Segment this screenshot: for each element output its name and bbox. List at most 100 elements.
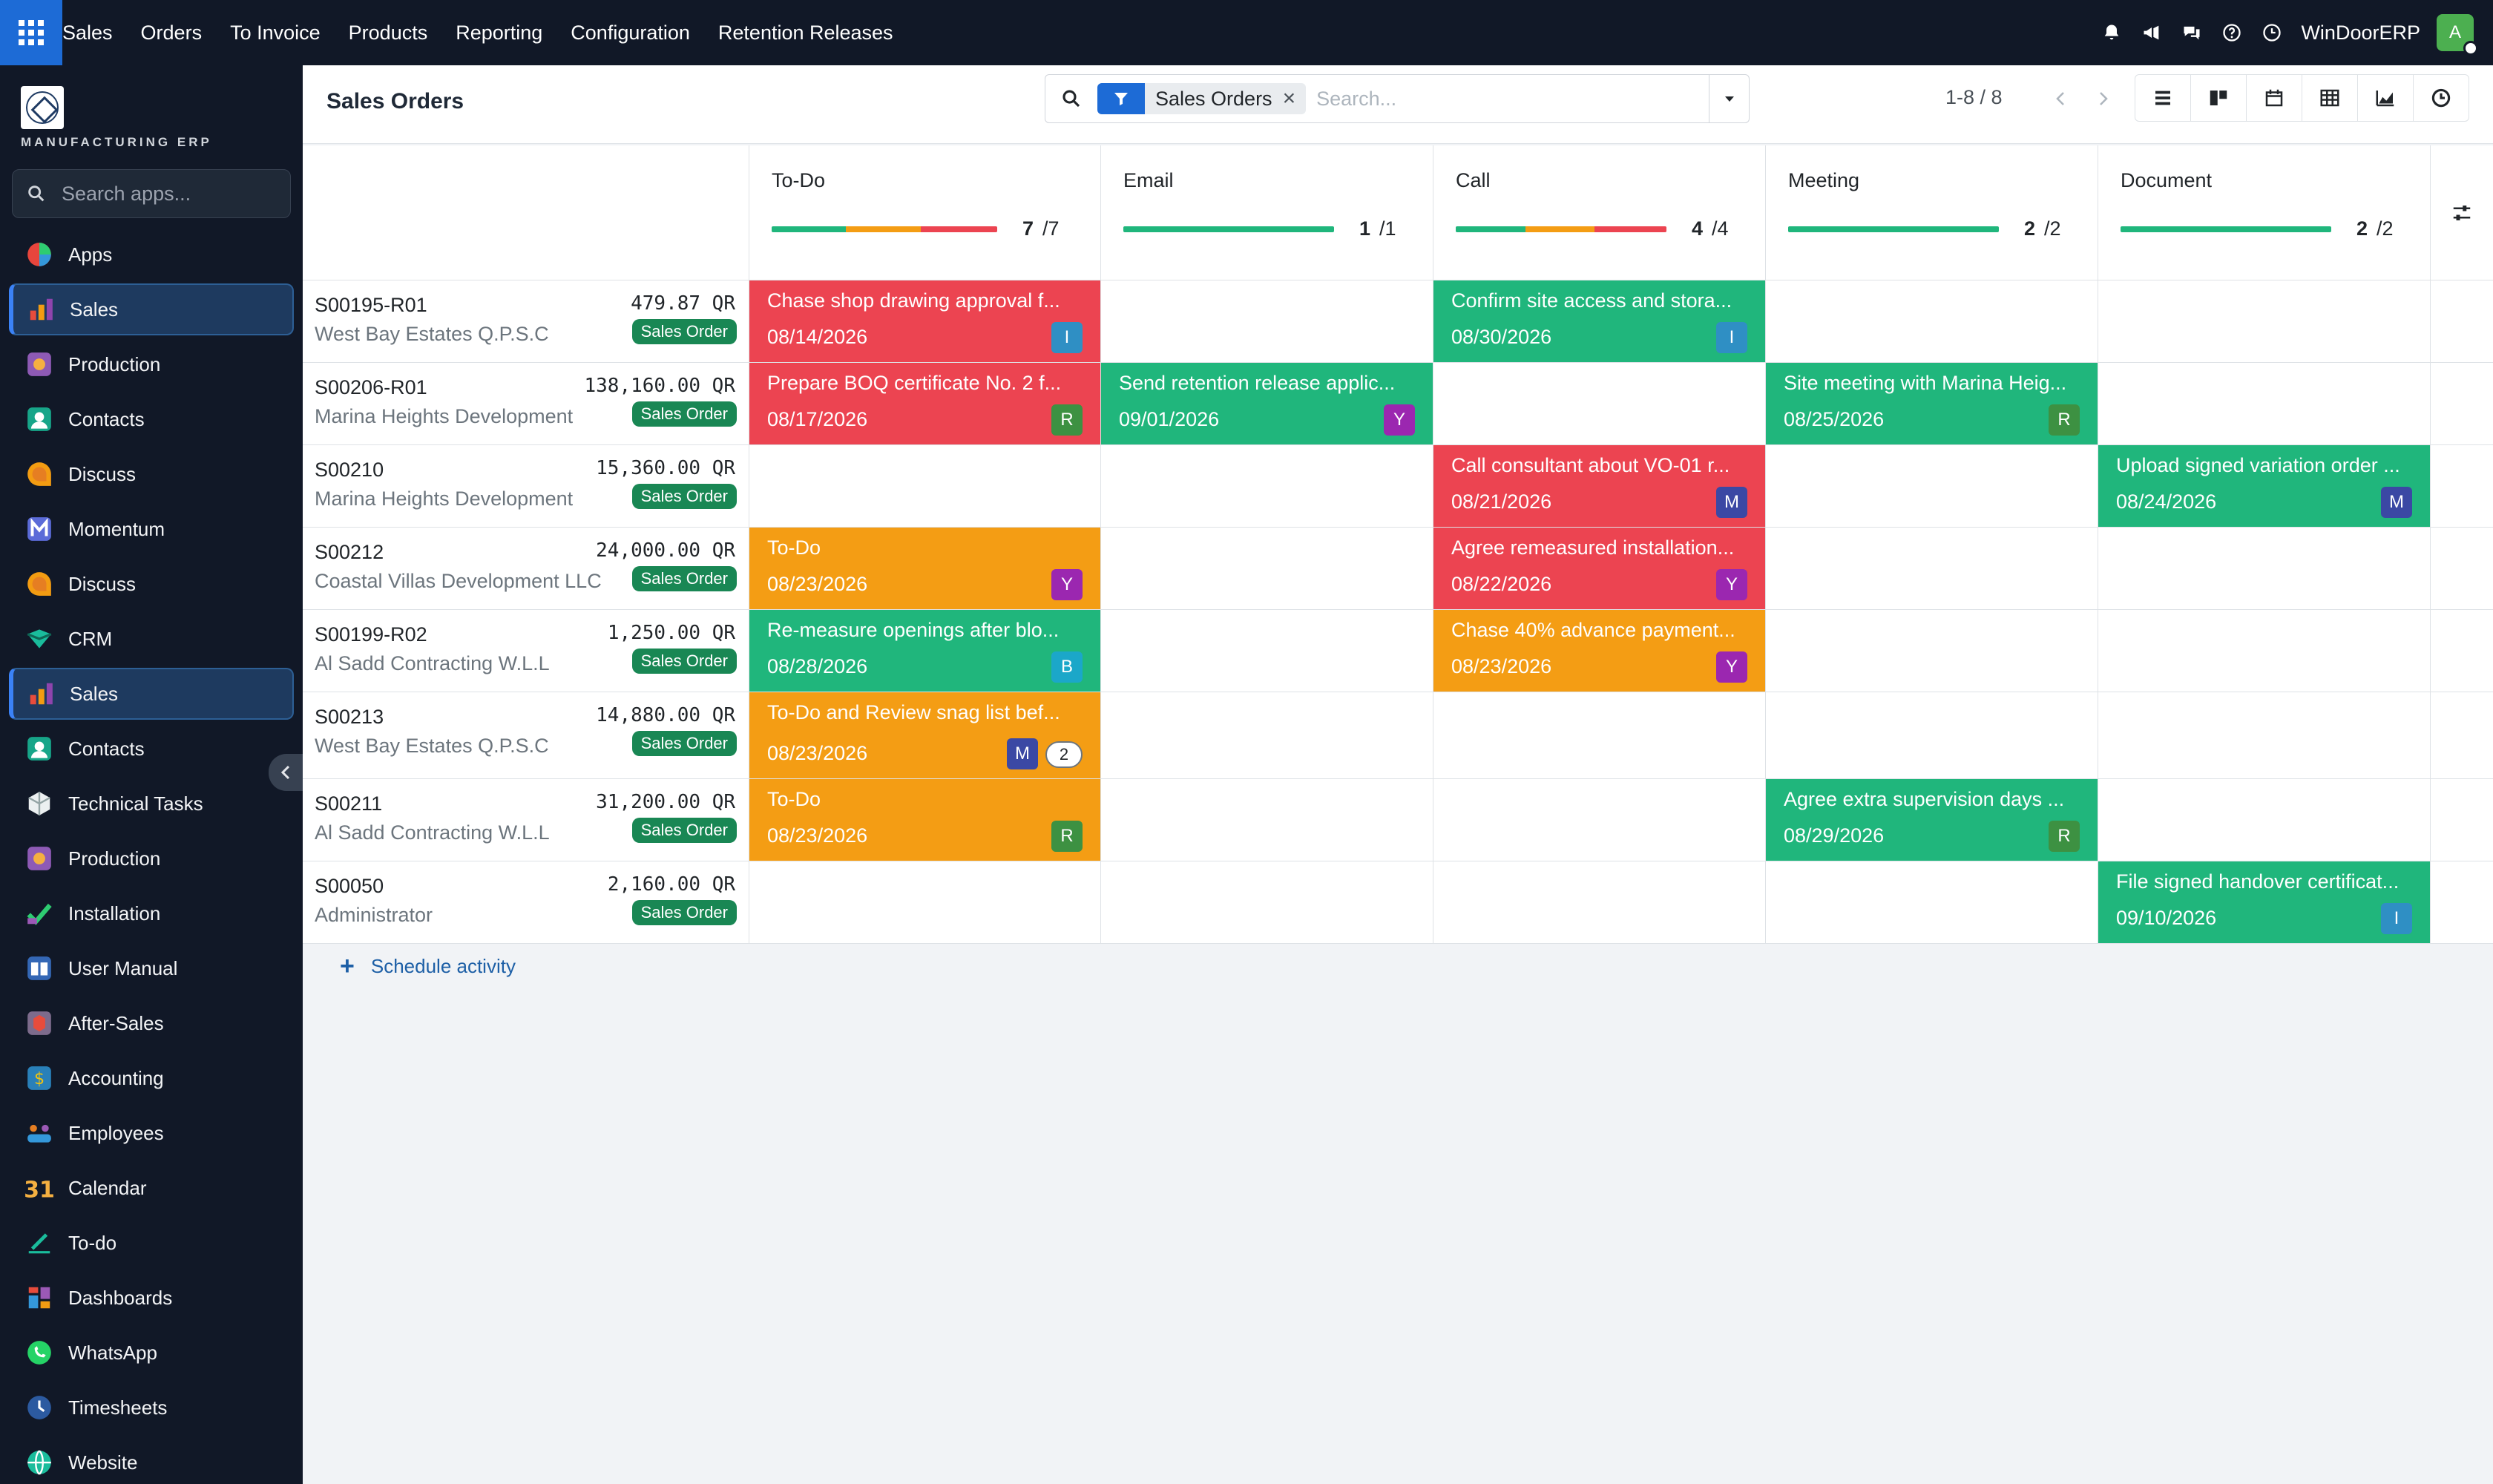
activity-cell[interactable] — [1101, 528, 1433, 609]
sidebar-item-website[interactable]: Website — [9, 1437, 294, 1484]
activity-cell[interactable] — [1101, 445, 1433, 527]
sidebar-item-production[interactable]: Production — [9, 833, 294, 884]
activity-cell[interactable] — [2098, 363, 2431, 444]
activity-cell[interactable] — [1766, 861, 2098, 943]
column-settings-button[interactable] — [2431, 145, 2493, 280]
sidebar-item-discuss[interactable]: Discuss — [9, 448, 294, 500]
activity-type-column-email[interactable]: Email 1/1 — [1101, 145, 1433, 280]
record-cell[interactable]: S00210 Marina Heights Development 15,360.0… — [303, 445, 749, 527]
pager-previous-button[interactable] — [2039, 76, 2082, 122]
activity-card[interactable]: Prepare BOQ certificate No. 2 f... 08/17/… — [749, 363, 1100, 444]
activity-card[interactable]: File signed handover certificat... 09/10/… — [2098, 861, 2430, 943]
activity-cell[interactable] — [2098, 692, 2431, 778]
activity-cell[interactable] — [1433, 363, 1766, 444]
activity-type-column-meeting[interactable]: Meeting 2/2 — [1766, 145, 2098, 280]
activity-card[interactable]: Re-measure openings after blo... 08/28/20… — [749, 610, 1100, 692]
sidebar-item-sales[interactable]: Sales — [9, 668, 294, 720]
sidebar-item-after-sales[interactable]: After-Sales — [9, 997, 294, 1049]
activity-cell[interactable] — [2098, 280, 2431, 362]
view-pivot-button[interactable] — [2302, 74, 2358, 122]
pager-next-button[interactable] — [2082, 76, 2125, 122]
activity-cell[interactable] — [1101, 779, 1433, 861]
activity-cell[interactable]: Agree extra supervision days ... 08/29/20… — [1766, 779, 2098, 861]
activity-cell[interactable] — [1766, 528, 2098, 609]
activity-cell[interactable] — [1766, 692, 2098, 778]
view-calendar-button[interactable] — [2246, 74, 2302, 122]
activity-cell[interactable] — [1101, 610, 1433, 692]
app-menu-button[interactable] — [0, 0, 62, 65]
sidebar-item-employees[interactable]: Employees — [9, 1107, 294, 1159]
activity-cell[interactable] — [2098, 610, 2431, 692]
sidebar-item-installation[interactable]: Installation — [9, 887, 294, 939]
sidebar-collapse-button[interactable] — [269, 754, 303, 791]
sidebar-item-discuss[interactable]: Discuss — [9, 558, 294, 610]
user-avatar[interactable]: A — [2437, 14, 2478, 56]
activity-cell[interactable]: Chase shop drawing approval f... 08/14/20… — [749, 280, 1101, 362]
activity-type-column-document[interactable]: Document 2/2 — [2098, 145, 2431, 280]
activity-card[interactable]: Agree remeasured installation... 08/22/20… — [1433, 528, 1765, 609]
sidebar-item-user-manual[interactable]: User Manual — [9, 942, 294, 994]
activity-card[interactable]: To-Do 08/23/2026 Y — [749, 528, 1100, 609]
activity-cell[interactable] — [1766, 280, 2098, 362]
menu-retention-releases[interactable]: Retention Releases — [718, 22, 893, 45]
activity-cell[interactable]: Chase 40% advance payment... 08/23/2026 Y — [1433, 610, 1766, 692]
activity-card[interactable]: To-Do and Review snag list bef... 08/23/2… — [749, 692, 1100, 778]
activity-cell[interactable] — [1433, 692, 1766, 778]
activity-type-column-to-do[interactable]: To-Do 7/7 — [749, 145, 1101, 280]
activity-cell[interactable]: To-Do 08/23/2026 Y — [749, 528, 1101, 609]
activity-cell[interactable]: To-Do 08/23/2026 R — [749, 779, 1101, 861]
record-cell[interactable]: S00050 Administrator 2,160.00 QR Sales Orde… — [303, 861, 749, 943]
activity-card[interactable]: Agree extra supervision days ... 08/29/20… — [1766, 779, 2098, 861]
activity-cell[interactable] — [1766, 445, 2098, 527]
clock-icon[interactable] — [2259, 20, 2285, 45]
menu-to-invoice[interactable]: To Invoice — [230, 22, 321, 45]
schedule-activity-link[interactable]: + Schedule activity — [340, 952, 516, 981]
sidebar-search[interactable] — [12, 169, 291, 218]
sidebar-item-technical-tasks[interactable]: Technical Tasks — [9, 778, 294, 830]
sidebar-item-accounting[interactable]: $ Accounting — [9, 1052, 294, 1104]
activity-cell[interactable]: Call consultant about VO-01 r... 08/21/20… — [1433, 445, 1766, 527]
activity-card[interactable]: Site meeting with Marina Heig... 08/25/20… — [1766, 363, 2098, 444]
record-cell[interactable]: S00213 West Bay Estates Q.P.S.C 14,880.00 … — [303, 692, 749, 778]
sidebar-item-calendar[interactable]: 31 Calendar — [9, 1162, 294, 1214]
record-cell[interactable]: S00211 Al Sadd Contracting W.L.L 31,200.00… — [303, 779, 749, 861]
activity-card[interactable]: Upload signed variation order ... 08/24/2… — [2098, 445, 2430, 527]
record-cell[interactable]: S00199-R02 Al Sadd Contracting W.L.L 1,250… — [303, 610, 749, 692]
view-list-button[interactable] — [2135, 74, 2191, 122]
record-cell[interactable]: S00212 Coastal Villas Development LLC 24,0… — [303, 528, 749, 609]
activity-cell[interactable] — [1766, 610, 2098, 692]
activity-cell[interactable]: File signed handover certificat... 09/10/… — [2098, 861, 2431, 943]
view-activity-button[interactable] — [2413, 74, 2469, 122]
sidebar-item-to-do[interactable]: To-do — [9, 1217, 294, 1269]
activity-cell[interactable] — [1101, 280, 1433, 362]
sidebar-item-production[interactable]: Production — [9, 338, 294, 390]
activity-card[interactable]: Chase 40% advance payment... 08/23/2026 Y — [1433, 610, 1765, 692]
activity-cell[interactable]: Upload signed variation order ... 08/24/2… — [2098, 445, 2431, 527]
sidebar-item-dashboards[interactable]: Dashboards — [9, 1272, 294, 1324]
chat-icon[interactable] — [2179, 20, 2204, 45]
search-icon[interactable] — [1045, 88, 1097, 110]
activity-card[interactable]: Send retention release applic... 09/01/20… — [1101, 363, 1433, 444]
activity-cell[interactable]: Re-measure openings after blo... 08/28/20… — [749, 610, 1101, 692]
activity-card[interactable]: Call consultant about VO-01 r... 08/21/20… — [1433, 445, 1765, 527]
activity-cell[interactable]: Prepare BOQ certificate No. 2 f... 08/17/… — [749, 363, 1101, 444]
activity-cell[interactable] — [1101, 861, 1433, 943]
activity-cell[interactable] — [2098, 779, 2431, 861]
record-cell[interactable]: S00206-R01 Marina Heights Development 138,… — [303, 363, 749, 444]
menu-products[interactable]: Products — [349, 22, 428, 45]
activity-cell[interactable]: Site meeting with Marina Heig... 08/25/20… — [1766, 363, 2098, 444]
close-icon[interactable]: × — [1283, 86, 1307, 111]
sidebar-item-apps[interactable]: Apps — [9, 229, 294, 280]
sidebar-item-momentum[interactable]: Momentum — [9, 503, 294, 555]
activity-cell[interactable] — [749, 445, 1101, 527]
menu-reporting[interactable]: Reporting — [456, 22, 542, 45]
sidebar-item-contacts[interactable]: Contacts — [9, 393, 294, 445]
activity-card[interactable]: Chase shop drawing approval f... 08/14/20… — [749, 280, 1100, 362]
activity-cell[interactable]: Send retention release applic... 09/01/20… — [1101, 363, 1433, 444]
activity-cell[interactable]: Agree remeasured installation... 08/22/20… — [1433, 528, 1766, 609]
menu-orders[interactable]: Orders — [141, 22, 203, 45]
activity-cell[interactable]: To-Do and Review snag list bef... 08/23/2… — [749, 692, 1101, 778]
company-switcher[interactable]: WinDoorERP — [2301, 22, 2420, 45]
record-cell[interactable]: S00195-R01 West Bay Estates Q.P.S.C 479.87… — [303, 280, 749, 362]
activity-cell[interactable]: Confirm site access and stora... 08/30/20… — [1433, 280, 1766, 362]
